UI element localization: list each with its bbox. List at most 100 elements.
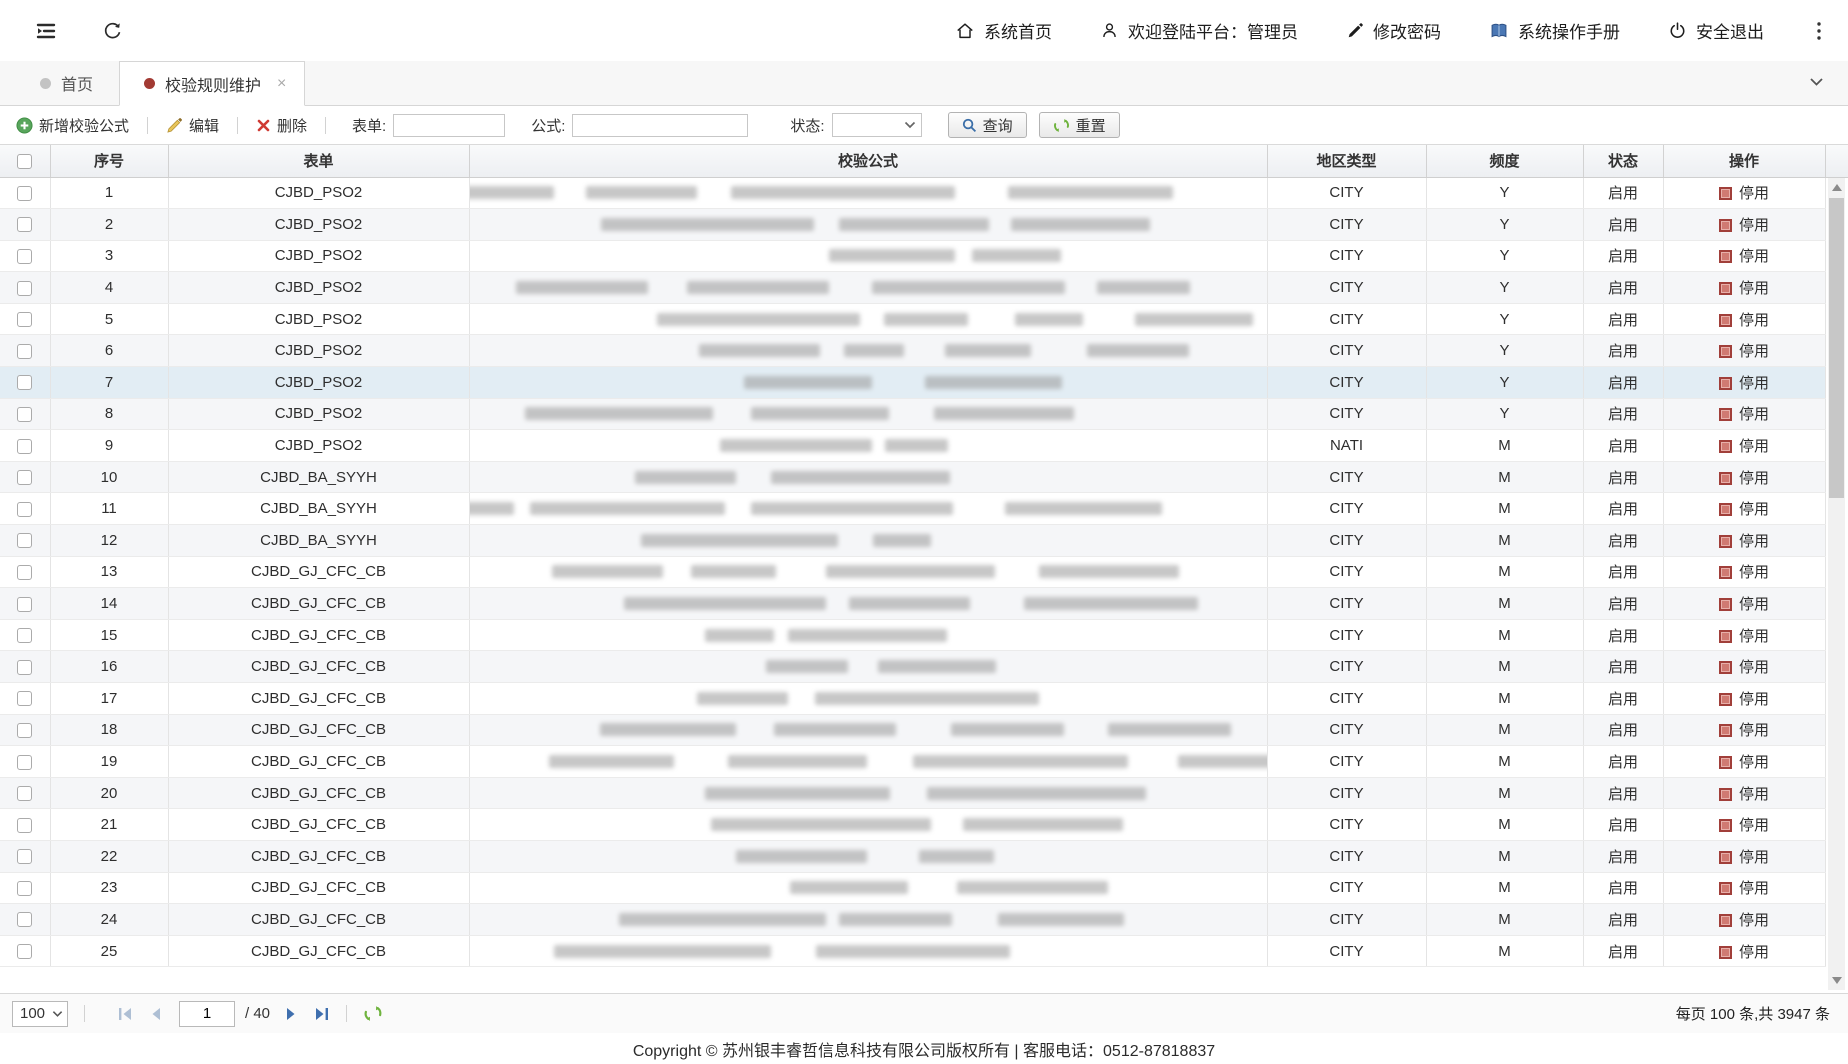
row-frequency-cell: Y	[1426, 177, 1583, 209]
row-disable-button[interactable]: 停用	[1663, 651, 1825, 683]
add-formula-button[interactable]: 新增校验公式	[12, 115, 133, 136]
row-checkbox[interactable]	[17, 186, 32, 201]
row-checkbox[interactable]	[17, 691, 32, 706]
refresh-icon[interactable]	[102, 20, 123, 41]
reload-grid-icon[interactable]	[363, 1005, 383, 1022]
row-disable-button[interactable]: 停用	[1663, 809, 1825, 841]
tabbar-chevron-down-icon[interactable]	[1809, 74, 1824, 92]
row-disable-button[interactable]: 停用	[1663, 777, 1825, 809]
row-checkbox[interactable]	[17, 881, 32, 896]
nav-logout[interactable]: 安全退出	[1668, 18, 1764, 43]
row-disable-button[interactable]: 停用	[1663, 935, 1825, 967]
row-checkbox[interactable]	[17, 565, 32, 580]
row-region-cell: CITY	[1267, 904, 1426, 936]
row-checkbox[interactable]	[17, 439, 32, 454]
row-status-cell: 启用	[1583, 777, 1663, 809]
tab-dot-icon	[40, 78, 51, 89]
row-frequency-cell: M	[1426, 619, 1583, 651]
row-disable-button[interactable]: 停用	[1663, 209, 1825, 241]
page-number-input[interactable]	[179, 1001, 235, 1027]
prev-page-button[interactable]	[149, 1007, 161, 1021]
row-disable-button[interactable]: 停用	[1663, 335, 1825, 367]
row-region-cell: CITY	[1267, 367, 1426, 399]
row-disable-button[interactable]: 停用	[1663, 461, 1825, 493]
row-disable-button[interactable]: 停用	[1663, 272, 1825, 304]
row-checkbox[interactable]	[17, 533, 32, 548]
row-checkbox[interactable]	[17, 628, 32, 643]
next-page-button[interactable]	[286, 1007, 298, 1021]
row-checkbox[interactable]	[17, 597, 32, 612]
row-disable-button[interactable]: 停用	[1663, 714, 1825, 746]
row-disable-button[interactable]: 停用	[1663, 303, 1825, 335]
separator	[147, 117, 148, 134]
table-row: 4 CJBD_PSO2 CITY Y 启用 停用	[0, 272, 1825, 304]
vertical-scrollbar[interactable]	[1828, 178, 1845, 990]
row-disable-button[interactable]: 停用	[1663, 367, 1825, 399]
reset-button[interactable]: 重置	[1039, 112, 1120, 138]
row-checkbox[interactable]	[17, 375, 32, 390]
scrollbar-thumb[interactable]	[1829, 198, 1844, 498]
row-disable-button[interactable]: 停用	[1663, 430, 1825, 462]
row-frequency-cell: M	[1426, 904, 1583, 936]
row-disable-button[interactable]: 停用	[1663, 683, 1825, 715]
row-checkbox[interactable]	[17, 818, 32, 833]
row-checkbox[interactable]	[17, 723, 32, 738]
row-disable-button[interactable]: 停用	[1663, 746, 1825, 778]
row-disable-button[interactable]: 停用	[1663, 525, 1825, 557]
tab-close-icon[interactable]: ×	[277, 75, 286, 93]
row-checkbox[interactable]	[17, 755, 32, 770]
row-disable-button[interactable]: 停用	[1663, 904, 1825, 936]
row-disable-button[interactable]: 停用	[1663, 588, 1825, 620]
row-checkbox[interactable]	[17, 217, 32, 232]
search-button[interactable]: 查询	[948, 112, 1027, 138]
row-checkbox[interactable]	[17, 849, 32, 864]
row-disable-button[interactable]: 停用	[1663, 177, 1825, 209]
row-checkbox[interactable]	[17, 407, 32, 422]
row-disable-button[interactable]: 停用	[1663, 493, 1825, 525]
more-menu-icon[interactable]	[1816, 20, 1822, 42]
row-disable-button[interactable]: 停用	[1663, 556, 1825, 588]
formula-input[interactable]	[572, 114, 748, 137]
edit-button[interactable]: 编辑	[162, 115, 223, 136]
redacted-text-block	[516, 281, 648, 294]
page-size-select[interactable]: 100	[12, 1001, 68, 1027]
row-frequency-cell: M	[1426, 525, 1583, 557]
row-checkbox[interactable]	[17, 470, 32, 485]
tab-home[interactable]: 首页	[14, 61, 119, 105]
row-disable-button[interactable]: 停用	[1663, 840, 1825, 872]
row-checkbox[interactable]	[17, 344, 32, 359]
tab-validation-rule-maintenance[interactable]: 校验规则维护 ×	[119, 61, 305, 106]
row-form-cell: CJBD_BA_SYYH	[168, 493, 469, 525]
row-checkbox[interactable]	[17, 281, 32, 296]
row-checkbox[interactable]	[17, 249, 32, 264]
row-checkbox[interactable]	[17, 502, 32, 517]
redacted-text-block	[635, 471, 736, 484]
form-input[interactable]	[393, 114, 505, 137]
status-select[interactable]	[832, 113, 922, 137]
nav-system-manual[interactable]: 系统操作手册	[1489, 18, 1620, 43]
first-page-button[interactable]	[117, 1007, 133, 1021]
delete-button[interactable]: 删除	[252, 115, 311, 136]
nav-welcome-user[interactable]: 欢迎登陆平台：管理员	[1100, 18, 1298, 43]
scroll-up-icon[interactable]	[1828, 179, 1845, 196]
row-disable-button[interactable]: 停用	[1663, 619, 1825, 651]
nav-system-home[interactable]: 系统首页	[955, 18, 1052, 43]
row-number-cell: 2	[50, 209, 168, 241]
row-region-cell: CITY	[1267, 777, 1426, 809]
nav-change-password[interactable]: 修改密码	[1346, 18, 1441, 43]
row-disable-button[interactable]: 停用	[1663, 872, 1825, 904]
row-region-cell: CITY	[1267, 240, 1426, 272]
select-all-checkbox[interactable]	[17, 154, 32, 169]
row-checkbox[interactable]	[17, 660, 32, 675]
collapse-menu-icon[interactable]	[34, 20, 58, 42]
row-checkbox[interactable]	[17, 312, 32, 327]
row-disable-button[interactable]: 停用	[1663, 398, 1825, 430]
row-checkbox[interactable]	[17, 912, 32, 927]
row-checkbox[interactable]	[17, 944, 32, 959]
last-page-button[interactable]	[314, 1007, 330, 1021]
row-formula-redacted-cell	[469, 588, 1267, 620]
row-checkbox[interactable]	[17, 786, 32, 801]
row-disable-button[interactable]: 停用	[1663, 240, 1825, 272]
table-row: 6 CJBD_PSO2 CITY Y 启用 停用	[0, 335, 1825, 367]
scroll-down-icon[interactable]	[1828, 972, 1845, 989]
